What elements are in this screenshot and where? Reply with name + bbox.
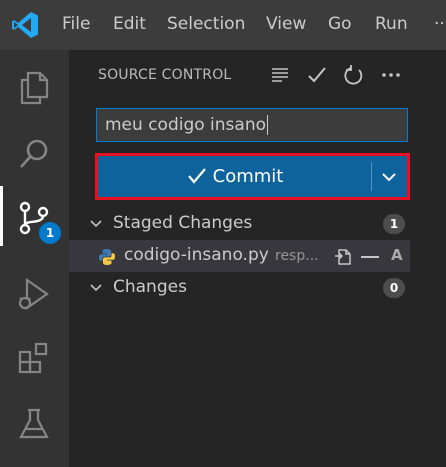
search-icon xyxy=(20,139,48,168)
changes-header[interactable]: Changes 0 xyxy=(69,272,446,304)
menu-run[interactable]: Run xyxy=(375,14,408,34)
panel-title: SOURCE CONTROL xyxy=(98,67,232,83)
activity-source-control[interactable]: 1 xyxy=(0,186,69,246)
text-caret xyxy=(267,115,269,135)
explorer-icon xyxy=(20,71,49,105)
vscode-logo-icon xyxy=(12,12,38,38)
changes-count-badge: 0 xyxy=(383,278,405,298)
activity-explorer[interactable] xyxy=(0,56,69,116)
staged-count-badge: 1 xyxy=(383,214,405,234)
chevron-down-icon xyxy=(90,220,102,228)
check-icon xyxy=(187,168,206,184)
refresh-icon[interactable] xyxy=(343,64,365,86)
view-as-list-icon[interactable] xyxy=(269,64,291,86)
menu-selection[interactable]: Selection xyxy=(167,14,245,34)
open-file-icon[interactable] xyxy=(333,247,353,267)
menu-more[interactable]: ··· xyxy=(434,14,446,34)
staged-file-name: codigo-insano.py xyxy=(124,245,269,265)
chevron-down-icon xyxy=(382,173,396,182)
activity-run-debug[interactable] xyxy=(0,262,69,322)
unstage-icon[interactable] xyxy=(359,247,381,267)
file-status-badge: A xyxy=(391,246,403,264)
commit-button-label: Commit xyxy=(212,166,284,187)
menu-view[interactable]: View xyxy=(266,14,306,34)
flask-icon xyxy=(19,408,49,439)
more-actions-icon[interactable] xyxy=(380,64,402,86)
changes-label: Changes xyxy=(113,277,187,297)
python-file-icon xyxy=(99,249,115,265)
commit-dropdown-button[interactable] xyxy=(374,159,404,194)
staged-file-row[interactable]: codigo-insano.py resp... A xyxy=(69,240,410,272)
commit-button[interactable]: Commit xyxy=(101,159,369,194)
activity-testing[interactable] xyxy=(0,392,69,452)
commit-message-text: meu codigo insano xyxy=(105,115,267,135)
scm-badge: 1 xyxy=(39,222,61,244)
title-bar: File Edit Selection View Go Run ··· xyxy=(0,0,446,50)
staged-changes-header[interactable]: Staged Changes 1 xyxy=(69,208,446,240)
activity-search[interactable] xyxy=(0,122,69,182)
extensions-icon xyxy=(18,342,48,374)
commit-button-highlight: Commit xyxy=(95,153,410,200)
menu-edit[interactable]: Edit xyxy=(113,14,146,34)
activity-bar: 1 xyxy=(0,50,69,467)
run-debug-icon xyxy=(18,277,49,311)
commit-check-icon[interactable] xyxy=(306,64,328,86)
menu-file[interactable]: File xyxy=(62,14,90,34)
chevron-down-icon xyxy=(90,284,102,292)
staged-file-description: resp... xyxy=(275,248,319,264)
commit-button-separator xyxy=(371,162,372,191)
menu-go[interactable]: Go xyxy=(328,14,352,34)
staged-changes-label: Staged Changes xyxy=(113,213,253,233)
activity-extensions[interactable] xyxy=(0,326,69,386)
commit-message-input[interactable]: meu codigo insano xyxy=(96,108,408,142)
source-control-panel: SOURCE CONTROL meu codigo insano Commit … xyxy=(69,50,446,467)
